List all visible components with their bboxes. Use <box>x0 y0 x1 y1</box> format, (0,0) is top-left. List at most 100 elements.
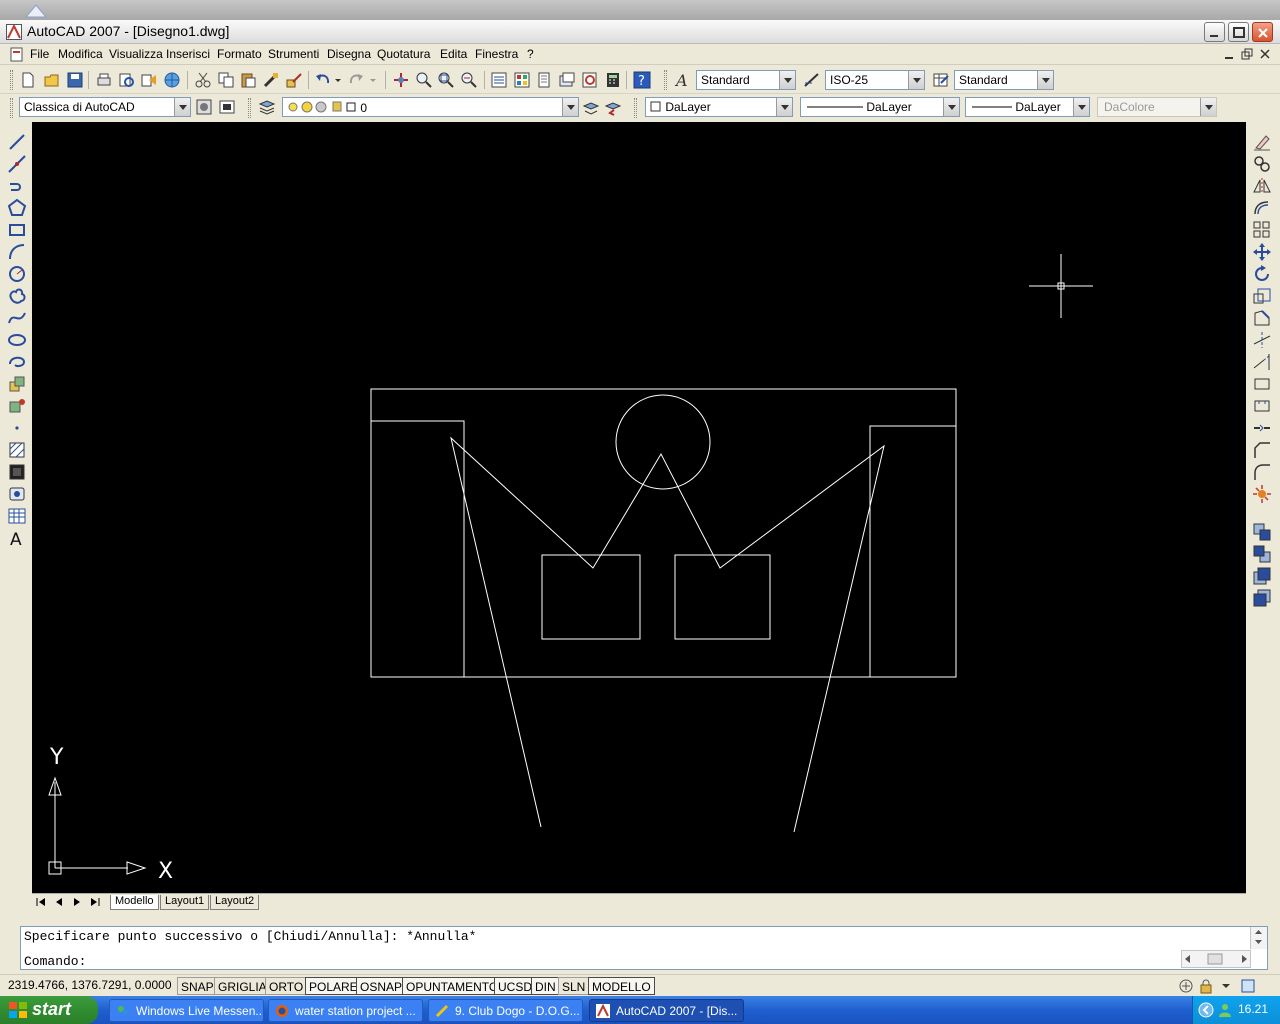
taskbar-clock[interactable]: 16.21 <box>1238 1002 1268 1016</box>
pan-realtime-icon[interactable] <box>392 71 410 89</box>
mirror-icon[interactable] <box>1252 176 1272 196</box>
dyn-toggle[interactable]: DIN <box>531 977 560 995</box>
move-icon[interactable] <box>1252 242 1272 262</box>
polar-toggle[interactable]: POLARE <box>305 977 362 995</box>
menu-disegna[interactable]: Disegna <box>327 47 371 61</box>
arc-icon[interactable] <box>7 242 27 262</box>
menu-quotatura[interactable]: Quotatura <box>377 47 430 61</box>
erase-icon[interactable] <box>1252 132 1272 152</box>
stretch-icon[interactable] <box>1252 308 1272 328</box>
fillet-icon[interactable] <box>1252 462 1272 482</box>
insert-block-icon[interactable] <box>7 374 27 394</box>
multiline-text-icon[interactable]: A <box>7 528 27 548</box>
drawing-area[interactable]: Y X <box>32 122 1246 893</box>
plot-preview-icon[interactable] <box>117 71 135 89</box>
menu-inserisci[interactable]: Inserisci <box>166 47 210 61</box>
minimize-button[interactable] <box>1204 22 1225 42</box>
layer-select[interactable]: 0 <box>282 97 579 117</box>
layer-manager-icon[interactable] <box>258 98 276 116</box>
color-select[interactable]: DaLayer <box>645 97 793 117</box>
title-bar[interactable]: AutoCAD 2007 - [Disegno1.dwg] <box>0 20 1280 44</box>
ortho-toggle[interactable]: ORTO <box>265 977 308 995</box>
ellipse-arc-icon[interactable] <box>7 352 27 372</box>
grid-toggle[interactable]: GRIGLIA <box>214 977 271 995</box>
join-icon[interactable] <box>1252 418 1272 438</box>
lwt-toggle[interactable]: SLN <box>558 977 590 995</box>
cut-icon[interactable] <box>194 71 212 89</box>
new-file-icon[interactable] <box>19 71 37 89</box>
scroll-arrows-icon[interactable] <box>1182 951 1250 967</box>
menu-help[interactable]: ? <box>527 47 534 61</box>
zoom-window-icon[interactable] <box>437 71 455 89</box>
doc-minimize-icon[interactable] <box>1222 48 1236 61</box>
table-icon[interactable] <box>7 506 27 526</box>
sheet-set-icon[interactable] <box>558 71 576 89</box>
send-under-icon[interactable] <box>1252 588 1272 608</box>
scroll-arrows-icon[interactable] <box>1251 927 1266 947</box>
chevron-down-icon[interactable] <box>562 98 578 116</box>
make-object-layer-current-icon[interactable] <box>582 98 600 116</box>
model-toggle[interactable]: MODELLO <box>588 977 655 995</box>
toolbar-grip[interactable] <box>248 98 251 118</box>
menu-edita[interactable]: Edita <box>440 47 467 61</box>
command-window[interactable]: Specificare punto successivo o [Chiudi/A… <box>20 926 1268 970</box>
circle-icon[interactable] <box>7 264 27 284</box>
block-editor-icon[interactable] <box>285 71 303 89</box>
snap-toggle[interactable]: SNAP <box>177 977 218 995</box>
task-autocad[interactable]: AutoCAD 2007 - [Dis... <box>589 999 744 1022</box>
copy-icon[interactable] <box>217 71 235 89</box>
toolbar-grip[interactable] <box>10 70 13 90</box>
command-horizontal-scrollbar[interactable] <box>1181 950 1251 968</box>
lineweight-select[interactable]: DaLayer <box>965 97 1090 117</box>
chevron-down-icon[interactable] <box>174 98 190 116</box>
offset-icon[interactable] <box>1252 198 1272 218</box>
messenger-tray-icon[interactable] <box>1217 1002 1233 1018</box>
construction-line-icon[interactable] <box>7 154 27 174</box>
menu-finestra[interactable]: Finestra <box>475 47 518 61</box>
my-workspace-icon[interactable] <box>218 98 236 116</box>
chevron-down-icon[interactable] <box>943 98 959 116</box>
ducs-toggle[interactable]: UCSD <box>494 977 537 995</box>
drawing-canvas[interactable]: Y X <box>32 122 1246 893</box>
table-style-icon[interactable] <box>932 71 950 89</box>
calculator-icon[interactable] <box>604 71 622 89</box>
explode-icon[interactable] <box>1252 484 1272 504</box>
tab-layout1[interactable]: Layout1 <box>160 895 210 910</box>
tool-palettes-icon[interactable] <box>536 71 554 89</box>
copy-object-icon[interactable] <box>1252 154 1272 174</box>
spline-icon[interactable] <box>7 308 27 328</box>
revision-cloud-icon[interactable] <box>7 286 27 306</box>
workspace-select[interactable]: Classica di AutoCAD <box>19 97 191 117</box>
doc-close-icon[interactable] <box>1258 48 1272 61</box>
print-icon[interactable] <box>95 71 113 89</box>
left-inner-panel[interactable] <box>371 420 465 677</box>
design-center-icon[interactable] <box>513 71 531 89</box>
left-small-rectangle[interactable] <box>541 554 641 640</box>
chevron-down-icon[interactable] <box>779 71 795 89</box>
publish-web-icon[interactable] <box>163 71 181 89</box>
zoom-previous-icon[interactable] <box>460 71 478 89</box>
zoom-realtime-icon[interactable] <box>415 71 433 89</box>
gradient-icon[interactable] <box>7 462 27 482</box>
open-file-icon[interactable] <box>43 71 61 89</box>
document-icon[interactable] <box>9 47 25 62</box>
text-style-icon[interactable]: A <box>674 71 692 89</box>
array-icon[interactable] <box>1252 220 1272 240</box>
right-inner-panel[interactable] <box>869 425 956 677</box>
first-tab-icon[interactable] <box>34 896 48 908</box>
maximize-button[interactable] <box>1228 22 1249 42</box>
undo-dropdown-icon[interactable] <box>333 71 343 89</box>
break-at-point-icon[interactable] <box>1252 374 1272 394</box>
dimension-style-select[interactable]: ISO-25 <box>825 70 925 90</box>
hatch-icon[interactable] <box>7 440 27 460</box>
bring-above-icon[interactable] <box>1252 566 1272 586</box>
extend-icon[interactable] <box>1252 352 1272 372</box>
communication-center-icon[interactable] <box>1178 978 1194 994</box>
chevron-down-icon[interactable] <box>908 71 924 89</box>
center-circle[interactable] <box>615 394 711 490</box>
toolbar-grip[interactable] <box>664 70 667 90</box>
trim-icon[interactable] <box>1252 330 1272 350</box>
task-browser[interactable]: water station project ... <box>268 999 423 1022</box>
markup-set-icon[interactable] <box>581 71 599 89</box>
close-button[interactable] <box>1252 22 1273 42</box>
